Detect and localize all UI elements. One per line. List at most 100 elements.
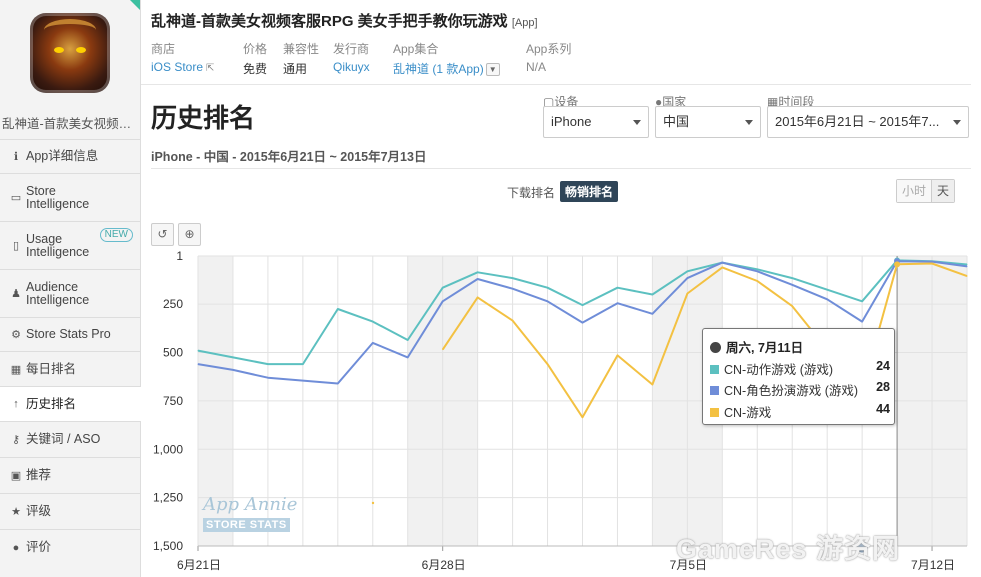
y-tick-label: 750 [163, 394, 183, 408]
data-point [512, 277, 514, 279]
data-point [721, 266, 723, 268]
data-point [582, 304, 583, 306]
sidebar-item-9[interactable]: ★ 评级 [0, 493, 141, 529]
data-point [826, 298, 828, 300]
sidebar-item-6[interactable]: ↑ 历史排名 [0, 386, 149, 421]
data-point [651, 383, 653, 385]
x-tick-label: 7月12日 [911, 558, 955, 572]
data-point [267, 363, 269, 365]
sidebar-item-8[interactable]: ▣ 推荐 [0, 457, 141, 493]
subtitle-divider [151, 168, 971, 169]
data-point [407, 356, 409, 358]
data-point [582, 322, 583, 324]
data-point [547, 287, 549, 289]
sidebar-nav: ℹ App详细信息 ▭ Store Intelligence ▯ Usage Intell… [0, 139, 149, 565]
tab-grossing-rank[interactable]: 畅销排名 [560, 181, 619, 202]
period-select[interactable]: 2015年6月21日 ~ 2015年7... [767, 106, 969, 138]
data-point [372, 321, 374, 323]
data-point [931, 261, 933, 263]
data-point [616, 354, 618, 356]
sidebar-app-name[interactable]: 乱神道-首款美女视频客... [0, 113, 141, 132]
calendar-icon: ▦ [10, 363, 22, 376]
data-point [861, 300, 863, 302]
data-point [197, 350, 199, 352]
data-point [686, 293, 688, 295]
comment-icon: ● [12, 541, 20, 554]
data-point [442, 300, 444, 302]
data-point [512, 288, 514, 290]
data-point [966, 264, 968, 266]
data-point [267, 377, 269, 379]
chevron-down-icon [633, 120, 641, 125]
y-tick-label: 1 [176, 249, 183, 263]
chart-subtitle: iPhone - 中国 - 2015年6月21日 ~ 2015年7月13日 [151, 150, 427, 164]
info-circle-icon: ℹ [13, 151, 19, 163]
sidebar-item-0[interactable]: ℹ App详细信息 [0, 139, 141, 173]
meta-collection: App集合 乱神道 (1 款App) ▼ [393, 40, 500, 77]
data-point [547, 300, 549, 302]
chevron-down-icon [953, 120, 961, 125]
sidebar-item-7[interactable]: ⚷ 关键词 / ASO [0, 421, 141, 457]
sidebar-item-1[interactable]: ▭ Store Intelligence [0, 173, 141, 221]
app-annie-page: 乱神道-首款美女视频客... ℹ App详细信息 ▭ Store Intelligen… [0, 0, 981, 577]
usage-icon: ▯ [12, 240, 20, 252]
chart-tooltip: 周六, 7月11日 CN-动作游戏 (游戏) 24 CN-角色扮演游戏 (游戏) 2… [702, 328, 895, 425]
sidebar-item-label: 每日排名 [26, 361, 77, 376]
sidebar-item-label: Store Intelligence [26, 183, 90, 211]
sidebar-item-10[interactable]: ● 评价 [0, 529, 141, 565]
meta-publisher: 发行商 Qikuyx [333, 42, 370, 74]
data-point [232, 356, 234, 358]
sidebar-item-2[interactable]: ▯ Usage Intelligence NEW [0, 221, 141, 269]
data-point [232, 369, 234, 371]
data-point [791, 284, 793, 286]
sidebar-item-label: 评价 [26, 540, 52, 554]
sidebar-item-label: 关键词 / ASO [26, 432, 101, 446]
zoom-button[interactable]: ⊕ [178, 223, 201, 246]
reset-zoom-button[interactable]: ↺ [151, 223, 174, 246]
meta-price: 价格 免费 [243, 42, 268, 76]
store-link[interactable]: iOS Store [151, 60, 203, 74]
person-icon: ♟ [11, 288, 21, 300]
series-swatch [710, 408, 719, 417]
collection-dropdown-icon[interactable]: ▼ [485, 63, 500, 77]
feature-icon: ▣ [10, 470, 22, 482]
data-point [721, 262, 723, 264]
data-point [442, 349, 444, 351]
data-point [756, 270, 758, 272]
data-point [686, 270, 688, 272]
publisher-link[interactable]: Qikuyx [333, 60, 370, 74]
data-point [372, 342, 374, 344]
sidebar-item-label: 推荐 [26, 468, 52, 482]
granularity-day-button[interactable]: 天 [932, 180, 955, 202]
reset-icon: ↺ [157, 227, 168, 241]
data-point [477, 271, 479, 273]
collection-link[interactable]: 乱神道 (1 款App) [393, 62, 484, 76]
device-select[interactable]: iPhone [543, 106, 649, 138]
globe-icon [710, 342, 721, 353]
gameres-watermark: GameRes 游资网 [676, 534, 901, 564]
data-point [337, 308, 339, 310]
y-tick-label: 1,000 [153, 442, 183, 456]
external-link-icon[interactable]: ⇱ [206, 63, 214, 74]
sidebar-item-3[interactable]: ♟ Audience Intelligence [0, 269, 141, 317]
data-point [966, 265, 968, 267]
app-icon[interactable] [30, 13, 110, 93]
sidebar-item-4[interactable]: ⚙ Store Stats Pro [0, 317, 141, 351]
sidebar-item-5[interactable]: ▦ 每日排名 [0, 351, 141, 386]
y-tick-label: 250 [163, 297, 183, 311]
tab-downloads-rank[interactable]: 下载排名 [507, 184, 555, 201]
data-point [442, 287, 444, 289]
granularity-hour-button[interactable]: 小时 [897, 180, 933, 202]
sidebar-item-label: App详细信息 [26, 149, 99, 163]
country-select[interactable]: 中国 [655, 106, 761, 138]
page-title: 历史排名 [151, 103, 256, 133]
store-icon: ▭ [10, 192, 22, 204]
series-swatch [710, 365, 719, 374]
arrow-up-icon: ↑ [13, 398, 19, 410]
data-point [197, 363, 199, 365]
data-point [407, 339, 409, 341]
data-point [302, 380, 304, 382]
corner-marker [130, 0, 140, 10]
data-point [756, 268, 758, 270]
data-point [582, 416, 583, 418]
